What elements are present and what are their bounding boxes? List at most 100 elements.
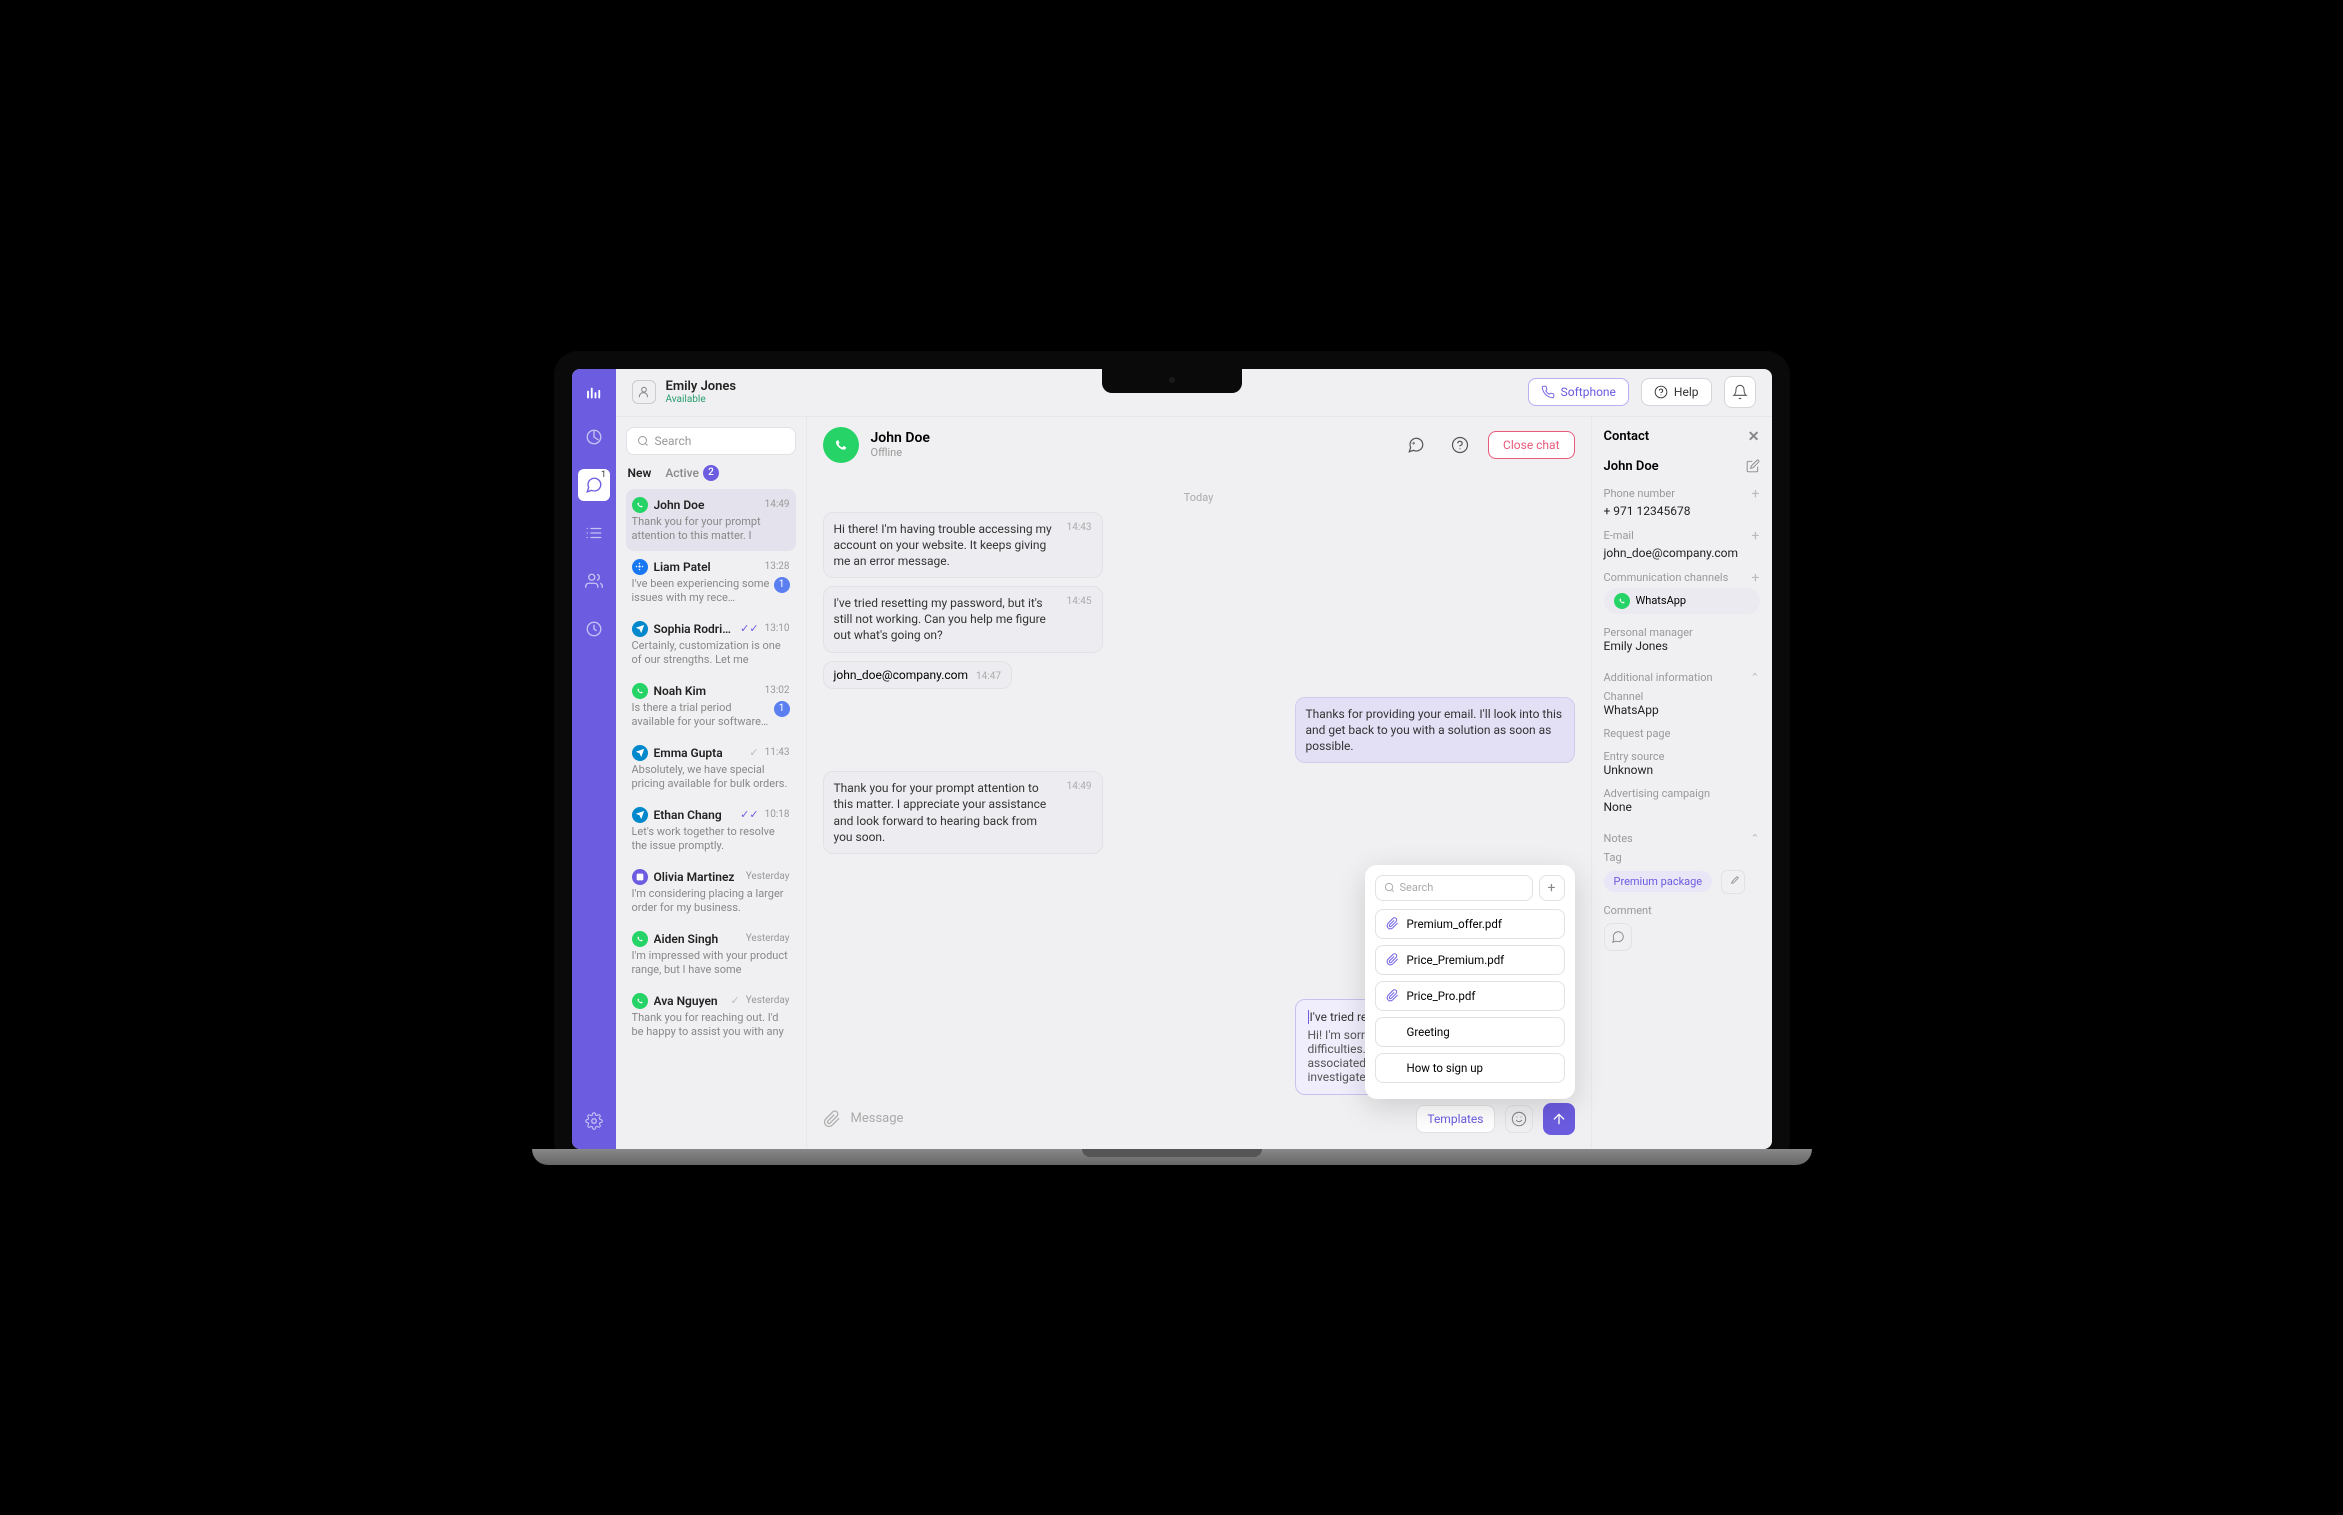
nav-dashboard[interactable] bbox=[578, 421, 610, 453]
smile-icon bbox=[1511, 1111, 1527, 1127]
tag-pill[interactable]: Premium package bbox=[1604, 871, 1713, 892]
wa-icon bbox=[632, 931, 648, 947]
conversation-item[interactable]: Emma Gupta ✓ 11:43 Absolutely, we have s… bbox=[626, 737, 796, 799]
whatsapp-icon bbox=[823, 427, 859, 463]
conversation-time: 13:28 bbox=[765, 561, 790, 572]
nav-chats[interactable]: 1 bbox=[578, 469, 610, 501]
additional-info-toggle[interactable]: Additional information ⌃ bbox=[1604, 671, 1760, 684]
template-item[interactable]: Premium_offer.pdf bbox=[1375, 909, 1565, 939]
search-input[interactable]: Search bbox=[626, 427, 796, 455]
message-in: Thank you for your prompt attention to t… bbox=[823, 771, 1103, 854]
contact-name: John Doe bbox=[1604, 459, 1659, 474]
conversation-preview: I've been experiencing some issues with … bbox=[632, 577, 770, 605]
send-button[interactable] bbox=[1543, 1103, 1575, 1135]
notifications-button[interactable] bbox=[1724, 376, 1756, 408]
template-item[interactable]: How to sign up bbox=[1375, 1053, 1565, 1083]
emoji-button[interactable] bbox=[1505, 1105, 1533, 1133]
add-comment-button[interactable] bbox=[1604, 923, 1632, 951]
conversation-time: Yesterday bbox=[746, 933, 790, 944]
read-icon: ✓✓ bbox=[740, 622, 758, 635]
paperclip-icon bbox=[1386, 917, 1399, 930]
notes-toggle[interactable]: Notes ⌃ bbox=[1604, 832, 1760, 845]
conversation-item[interactable]: Ava Nguyen ✓ Yesterday Thank you for rea… bbox=[626, 985, 796, 1047]
wa-icon bbox=[632, 497, 648, 513]
templates-search-input[interactable]: Search bbox=[1375, 875, 1533, 901]
message-in: Hi there! I'm having trouble accessing m… bbox=[823, 512, 1103, 579]
wa-icon bbox=[632, 683, 648, 699]
unread-badge: 1 bbox=[774, 701, 790, 717]
conversation-item[interactable]: John Doe 14:49 Thank you for your prompt… bbox=[626, 489, 796, 551]
transfer-icon bbox=[1407, 436, 1425, 454]
conversation-item[interactable]: Sophia Rodriguez ✓✓ 13:10 Certainly, cus… bbox=[626, 613, 796, 675]
user-icon bbox=[632, 380, 656, 404]
nav-chats-badge: 1 bbox=[598, 469, 610, 481]
help-icon bbox=[1654, 385, 1668, 399]
message-input[interactable]: Message bbox=[851, 1111, 1407, 1126]
conversation-name: Olivia Martinez bbox=[654, 870, 740, 884]
help-button[interactable]: Help bbox=[1641, 378, 1712, 406]
conversation-name: Aiden Singh bbox=[654, 932, 740, 946]
nav-settings[interactable] bbox=[578, 1105, 610, 1137]
tg-icon bbox=[632, 745, 648, 761]
add-email-button[interactable]: + bbox=[1752, 528, 1760, 544]
conversation-time: 13:10 bbox=[765, 623, 790, 634]
tab-new[interactable]: New bbox=[628, 465, 652, 481]
contact-email: john_doe@company.com bbox=[1604, 546, 1760, 560]
paperclip-icon bbox=[1386, 953, 1399, 966]
help-icon bbox=[1451, 436, 1469, 454]
conversation-item[interactable]: Ethan Chang ✓✓ 10:18 Let's work together… bbox=[626, 799, 796, 861]
sent-icon: ✓ bbox=[731, 994, 740, 1007]
softphone-button[interactable]: Softphone bbox=[1528, 378, 1629, 406]
contact-panel: Contact ✕ John Doe Phone number+ + 971 1… bbox=[1592, 417, 1772, 1149]
conversation-time: 11:43 bbox=[765, 747, 790, 758]
template-item[interactable]: Price_Premium.pdf bbox=[1375, 945, 1565, 975]
template-label: Price_Premium.pdf bbox=[1407, 953, 1505, 967]
contact-title: Contact bbox=[1604, 429, 1650, 444]
add-template-button[interactable]: + bbox=[1539, 875, 1565, 901]
nav-contacts[interactable] bbox=[578, 565, 610, 597]
conversation-preview: Absolutely, we have special pricing avai… bbox=[632, 763, 790, 791]
phone-icon bbox=[1541, 385, 1555, 399]
fb-icon bbox=[632, 559, 648, 575]
active-count-badge: 2 bbox=[703, 465, 719, 481]
chevron-up-icon: ⌃ bbox=[1750, 832, 1759, 845]
agent-info[interactable]: Emily Jones Available bbox=[632, 379, 737, 405]
edit-tag-button[interactable] bbox=[1721, 870, 1745, 894]
templates-button[interactable]: Templates bbox=[1416, 1105, 1494, 1133]
template-label: How to sign up bbox=[1407, 1061, 1484, 1075]
conversation-preview: Thank you for reaching out. I'd be happy… bbox=[632, 1011, 790, 1039]
close-contact-button[interactable]: ✕ bbox=[1748, 429, 1760, 445]
conversation-time: 14:49 bbox=[765, 499, 790, 510]
conversation-preview: I'm impressed with your product range, b… bbox=[632, 949, 790, 977]
nav-history[interactable] bbox=[578, 613, 610, 645]
conversation-name: Noah Kim bbox=[654, 684, 759, 698]
attachment-button[interactable] bbox=[823, 1110, 841, 1128]
template-item[interactable]: Price_Pro.pdf bbox=[1375, 981, 1565, 1011]
message-time: 14:43 bbox=[1067, 521, 1092, 535]
close-icon: ✕ bbox=[1748, 429, 1760, 445]
contact-manager: Emily Jones bbox=[1604, 639, 1760, 653]
add-phone-button[interactable]: + bbox=[1752, 486, 1760, 502]
nav-tasks[interactable] bbox=[578, 517, 610, 549]
paperclip-icon bbox=[823, 1110, 841, 1128]
conversation-item[interactable]: Aiden Singh Yesterday I'm impressed with… bbox=[626, 923, 796, 985]
tab-active[interactable]: Active 2 bbox=[665, 465, 719, 481]
agent-status: Available bbox=[666, 394, 737, 405]
conversation-item[interactable]: Olivia Martinez Yesterday I'm considerin… bbox=[626, 861, 796, 923]
conversation-item[interactable]: Liam Patel 13:28 I've been experiencing … bbox=[626, 551, 796, 613]
add-channel-button[interactable]: + bbox=[1752, 570, 1760, 586]
template-label: Premium_offer.pdf bbox=[1407, 917, 1502, 931]
chat-help-button[interactable] bbox=[1444, 429, 1476, 461]
edit-contact-button[interactable] bbox=[1746, 459, 1760, 473]
close-chat-button[interactable]: Close chat bbox=[1488, 431, 1574, 459]
paperclip-icon bbox=[1386, 989, 1399, 1002]
conversation-item[interactable]: Noah Kim 13:02 Is there a trial period a… bbox=[626, 675, 796, 737]
channel-pill[interactable]: WhatsApp bbox=[1604, 588, 1760, 614]
search-icon bbox=[1384, 882, 1395, 893]
conversation-time: 10:18 bbox=[765, 809, 790, 820]
sent-icon: ✓ bbox=[749, 746, 758, 759]
nav-rail: 1 bbox=[572, 369, 616, 1149]
transfer-chat-button[interactable] bbox=[1400, 429, 1432, 461]
template-item[interactable]: Greeting bbox=[1375, 1017, 1565, 1047]
app-logo bbox=[582, 381, 606, 405]
